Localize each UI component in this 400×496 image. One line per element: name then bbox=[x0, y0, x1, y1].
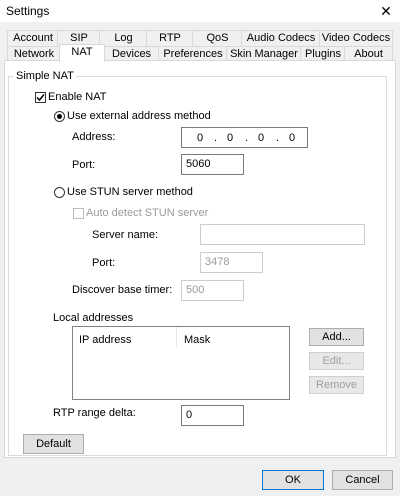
tab-qos[interactable]: QoS bbox=[192, 30, 243, 46]
tab-audio-codecs[interactable]: Audio Codecs bbox=[241, 30, 321, 46]
simple-nat-group-label: Simple NAT bbox=[14, 70, 76, 82]
local-addresses-list[interactable]: IP address Mask bbox=[72, 326, 290, 400]
rtp-range-input[interactable]: 0 bbox=[181, 405, 244, 426]
rtp-range-label: RTP range delta: bbox=[53, 407, 136, 419]
tab-account[interactable]: Account bbox=[7, 30, 59, 46]
tab-log[interactable]: Log bbox=[99, 30, 148, 46]
ip-octet-4: 0 bbox=[289, 132, 296, 144]
enable-nat-checkbox[interactable] bbox=[35, 92, 46, 103]
tab-video-codecs[interactable]: Video Codecs bbox=[319, 30, 393, 46]
stun-port-label: Port: bbox=[92, 257, 116, 269]
address-label: Address: bbox=[72, 131, 116, 143]
ok-button[interactable]: OK bbox=[262, 470, 324, 490]
port-label: Port: bbox=[72, 159, 96, 171]
ip-octet-3: 0 bbox=[258, 132, 265, 144]
title-bar bbox=[0, 0, 400, 22]
ip-octet-2: 0 bbox=[227, 132, 234, 144]
server-name-input[interactable] bbox=[200, 224, 365, 245]
external-method-radio[interactable] bbox=[54, 111, 65, 122]
server-name-label: Server name: bbox=[92, 229, 159, 241]
window-title: Settings bbox=[6, 4, 50, 18]
ip-dot-2: . bbox=[245, 132, 249, 144]
external-method-label: Use external address method bbox=[67, 110, 211, 122]
stun-port-input[interactable]: 3478 bbox=[200, 252, 263, 273]
stun-method-radio[interactable] bbox=[54, 187, 65, 198]
column-mask-label: Mask bbox=[184, 334, 211, 346]
edit-button[interactable]: Edit... bbox=[309, 352, 364, 370]
ip-octet-1: 0 bbox=[197, 132, 204, 144]
default-button[interactable]: Default bbox=[23, 434, 84, 454]
checkmark-icon bbox=[36, 94, 45, 102]
ip-dot-3: . bbox=[276, 132, 280, 144]
tab-rtp[interactable]: RTP bbox=[146, 30, 194, 46]
auto-detect-stun-label: Auto detect STUN server bbox=[86, 207, 209, 219]
address-ip-field[interactable]: 0 . 0 . 0 . 0 bbox=[181, 127, 308, 148]
port-input[interactable]: 5060 bbox=[181, 154, 244, 175]
tab-nat[interactable]: NAT bbox=[59, 44, 105, 62]
discover-timer-label: Discover base timer: bbox=[72, 284, 173, 296]
enable-nat-label: Enable NAT bbox=[48, 91, 107, 103]
ip-dot-1: . bbox=[214, 132, 218, 144]
column-ip-label: IP address bbox=[79, 334, 132, 346]
local-addresses-label: Local addresses bbox=[53, 312, 134, 324]
stun-method-label: Use STUN server method bbox=[67, 186, 193, 198]
remove-button[interactable]: Remove bbox=[309, 376, 364, 394]
auto-detect-stun-checkbox[interactable] bbox=[73, 208, 84, 219]
cancel-button[interactable]: Cancel bbox=[332, 470, 393, 490]
add-button[interactable]: Add... bbox=[309, 328, 364, 346]
close-icon[interactable]: ✕ bbox=[372, 0, 400, 22]
discover-timer-input[interactable]: 500 bbox=[181, 280, 244, 301]
